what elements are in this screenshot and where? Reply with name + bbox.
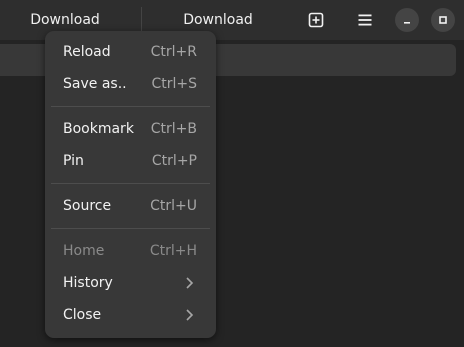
tab-separator [141,7,142,33]
minimize-icon [404,22,410,24]
menu-item-shortcut: Ctrl+R [150,44,197,60]
hamburger-icon [358,14,372,26]
chevron-right-icon [186,309,194,321]
browser-window: Download Download Reload Ctrl+R Save as.… [0,0,464,347]
menu-item-label: History [63,275,113,291]
menu-item-label: Save as.. [63,76,127,92]
menu-item-reload[interactable]: Reload Ctrl+R [51,36,210,68]
menu-item-shortcut: Ctrl+S [151,76,197,92]
menu-item-close[interactable]: Close [51,299,210,331]
menu-item-source[interactable]: Source Ctrl+U [51,190,210,222]
page-context-menu: Reload Ctrl+R Save as.. Ctrl+S Bookmark … [45,31,216,338]
menu-item-label: Home [63,243,105,259]
menu-item-pin[interactable]: Pin Ctrl+P [51,145,210,177]
menu-item-label: Bookmark [63,121,134,137]
new-tab-button[interactable] [303,7,329,33]
maximize-icon [439,16,447,24]
menu-item-history[interactable]: History [51,267,210,299]
menu-item-shortcut: Ctrl+H [149,243,197,259]
menu-item-label: Close [63,307,102,323]
menu-item-bookmark[interactable]: Bookmark Ctrl+B [51,113,210,145]
minimize-button[interactable] [395,8,419,32]
menu-item-label: Reload [63,44,111,60]
menu-separator [51,106,210,107]
menu-item-shortcut: Ctrl+P [151,153,197,169]
chevron-right-icon [186,277,194,289]
menu-separator [51,228,210,229]
menu-item-save-as[interactable]: Save as.. Ctrl+S [51,68,210,100]
menu-item-label: Pin [63,153,84,169]
plus-box-icon [308,12,324,28]
menu-separator [51,183,210,184]
menu-item-home: Home Ctrl+H [51,235,210,267]
main-menu-button[interactable] [352,7,378,33]
menu-item-shortcut: Ctrl+U [150,198,197,214]
menu-item-shortcut: Ctrl+B [150,121,197,137]
menu-item-label: Source [63,198,112,214]
maximize-button[interactable] [431,8,455,32]
